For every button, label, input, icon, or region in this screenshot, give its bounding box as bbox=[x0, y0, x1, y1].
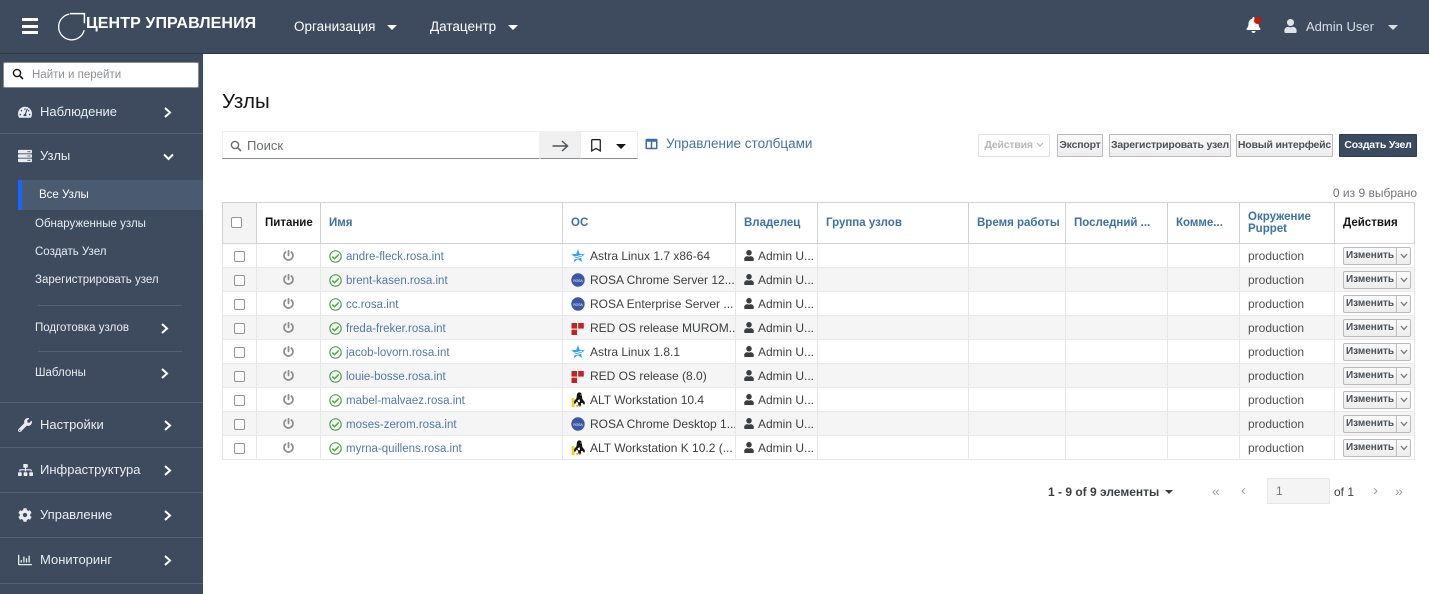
svg-text:ROSA: ROSA bbox=[573, 279, 583, 283]
svg-text:ROSA: ROSA bbox=[573, 423, 583, 427]
svg-text:ROSA: ROSA bbox=[573, 303, 583, 307]
